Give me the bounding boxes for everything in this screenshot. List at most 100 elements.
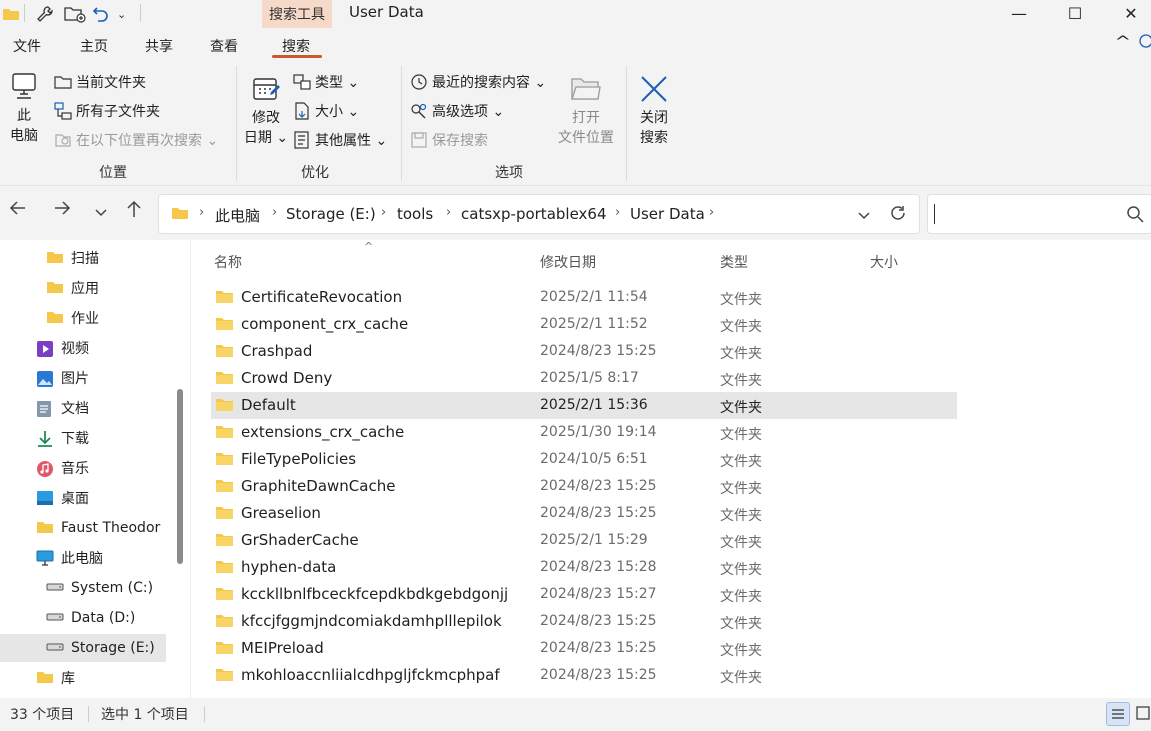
tab-search[interactable]: 搜索 [282,36,310,56]
breadcrumb-chevron-icon[interactable]: › [446,205,451,220]
breadcrumb-user-data[interactable]: User Data [630,205,705,223]
search-icon[interactable] [1126,205,1144,227]
minimize-button[interactable]: — [996,0,1042,26]
sidebar-item[interactable]: 视频 [26,334,89,362]
close-search-button[interactable]: 关闭 搜索 [634,72,674,148]
column-header-type[interactable]: 类型 [720,252,748,272]
size-button[interactable]: 大小 ⌄ [293,101,359,121]
sidebar-item[interactable]: 音乐 [26,454,89,482]
file-row[interactable]: mkohloaccnliialcdhpgljfckmcphpaf 2024/8/2… [211,662,957,689]
file-row[interactable]: Default 2025/2/1 15:36 文件夹 [211,392,957,419]
search-again-button[interactable]: 在以下位置再次搜索 ⌄ [54,130,218,150]
sidebar-item[interactable]: System (C:) [36,574,153,602]
close-search-label: 关闭 搜索 [640,110,668,146]
sidebar-item[interactable]: 扫描 [36,244,99,272]
sidebar-item[interactable]: 文档 [26,394,89,422]
up-button[interactable] [126,200,142,223]
close-button[interactable]: ✕ [1108,0,1151,26]
kind-button[interactable]: 类型 ⌄ [293,72,359,92]
current-folder-button[interactable]: 当前文件夹 [54,72,146,92]
sidebar-item[interactable]: Data (D:) [36,604,135,632]
search-box[interactable] [927,194,1151,234]
collapse-ribbon-icon[interactable]: ^ [1115,34,1131,50]
folder-icon [216,533,233,546]
other-properties-label: 其他属性 ⌄ [315,133,388,149]
folder-icon [216,641,233,654]
file-name: FileTypePolicies [241,450,357,468]
column-header-size[interactable]: 大小 [870,252,898,272]
forward-button[interactable] [53,200,71,221]
file-row[interactable]: kcckllbnlfbceckfcepdkbdkgebdgonjj 2024/8/… [211,581,957,608]
file-row[interactable]: extensions_crx_cache 2025/1/30 19:14 文件夹 [211,419,957,446]
save-search-label: 保存搜索 [432,133,488,149]
sort-ascending-icon: ^ [364,240,374,253]
file-row[interactable]: CertificateRevocation 2025/2/1 11:54 文件夹 [211,284,957,311]
properties-icon[interactable] [36,4,54,24]
breadcrumb-catsxp[interactable]: catsxp-portablex64 [461,205,607,223]
sidebar-item[interactable]: 下载 [26,424,89,452]
other-properties-button[interactable]: 其他属性 ⌄ [293,130,387,150]
file-row[interactable]: component_crx_cache 2025/2/1 11:52 文件夹 [211,311,957,338]
sidebar-item[interactable]: 图片 [26,364,89,392]
open-file-location-button[interactable]: 打开 文件位置 [554,72,618,148]
sidebar-item[interactable]: 库 [26,664,75,692]
file-row[interactable]: GrShaderCache 2025/2/1 15:29 文件夹 [211,527,957,554]
tab-home[interactable]: 主页 [80,36,108,56]
group-separator [236,66,237,181]
new-folder-icon[interactable] [64,4,86,24]
sidebar-item[interactable]: 作业 [36,304,99,332]
date-modified-button[interactable]: 修改 日期 ⌄ [243,72,289,148]
file-row[interactable]: GraphiteDawnCache 2024/8/23 15:25 文件夹 [211,473,957,500]
undo-icon[interactable] [92,4,110,24]
breadcrumb-chevron-icon[interactable]: › [272,205,277,220]
title-separator-2 [140,4,141,22]
breadcrumb-chevron-icon[interactable]: › [199,205,204,220]
maximize-button[interactable]: ☐ [1052,0,1098,26]
large-icons-view-icon[interactable] [1132,702,1151,724]
breadcrumb-this-pc[interactable]: 此电脑 [215,205,260,226]
help-icon[interactable] [1139,32,1151,54]
navigation-scrollbar[interactable] [177,389,183,564]
sidebar-item[interactable]: Storage (E:) [0,634,166,662]
advanced-options-icon [410,102,428,120]
options-group-label: 选项 [495,165,523,181]
breadcrumb-chevron-icon[interactable]: › [615,205,620,220]
tab-share[interactable]: 共享 [145,36,173,56]
file-name: Crashpad [241,342,313,360]
tab-view[interactable]: 查看 [210,36,238,56]
file-row[interactable]: MEIPreload 2024/8/23 15:25 文件夹 [211,635,957,662]
sidebar-item-label: 桌面 [61,491,89,507]
this-pc-button[interactable]: 此 电脑 [6,70,42,146]
customize-qat-chevron-icon[interactable]: ⌄ [117,4,126,24]
file-row[interactable]: Crashpad 2024/8/23 15:25 文件夹 [211,338,957,365]
file-row[interactable]: kfccjfggmjndcomiakdamhplllepilok 2024/8/2… [211,608,957,635]
column-header-name[interactable]: 名称 [214,252,242,272]
breadcrumb-chevron-icon[interactable]: › [381,205,386,220]
details-view-icon[interactable] [1106,702,1130,726]
file-row[interactable]: hyphen-data 2024/8/23 15:28 文件夹 [211,554,957,581]
back-button[interactable] [9,200,27,221]
save-search-button[interactable]: 保存搜索 [410,130,488,150]
file-row[interactable]: Greaselion 2024/8/23 15:25 文件夹 [211,500,957,527]
address-bar[interactable]: › 此电脑 › Storage (E:) › tools › catsxp-po… [158,194,920,234]
sidebar-item[interactable]: Faust Theodor [26,514,160,542]
size-label: 大小 ⌄ [315,104,360,120]
refresh-icon[interactable] [889,204,907,226]
advanced-options-button[interactable]: 高级选项 ⌄ [410,101,504,121]
sidebar-item[interactable]: 桌面 [26,484,89,512]
breadcrumb-tools[interactable]: tools [397,205,433,223]
recent-locations-chevron-icon[interactable] [94,202,108,223]
file-row[interactable]: Crowd Deny 2025/1/5 8:17 文件夹 [211,365,957,392]
file-row[interactable]: FileTypePolicies 2024/10/5 6:51 文件夹 [211,446,957,473]
recent-searches-button[interactable]: 最近的搜索内容 ⌄ [410,72,546,92]
breadcrumb-storage[interactable]: Storage (E:) [286,205,376,223]
all-subfolders-label: 所有子文件夹 [76,104,160,120]
tab-file[interactable]: 文件 [13,36,41,56]
sidebar-item[interactable]: 此电脑 [26,544,103,572]
address-history-chevron-icon[interactable] [857,207,871,225]
search-input[interactable] [938,201,1122,227]
sidebar-item[interactable]: 应用 [36,274,99,302]
breadcrumb-chevron-icon[interactable]: › [709,205,714,220]
all-subfolders-button[interactable]: 所有子文件夹 [54,101,160,121]
column-header-date[interactable]: 修改日期 [540,252,596,272]
